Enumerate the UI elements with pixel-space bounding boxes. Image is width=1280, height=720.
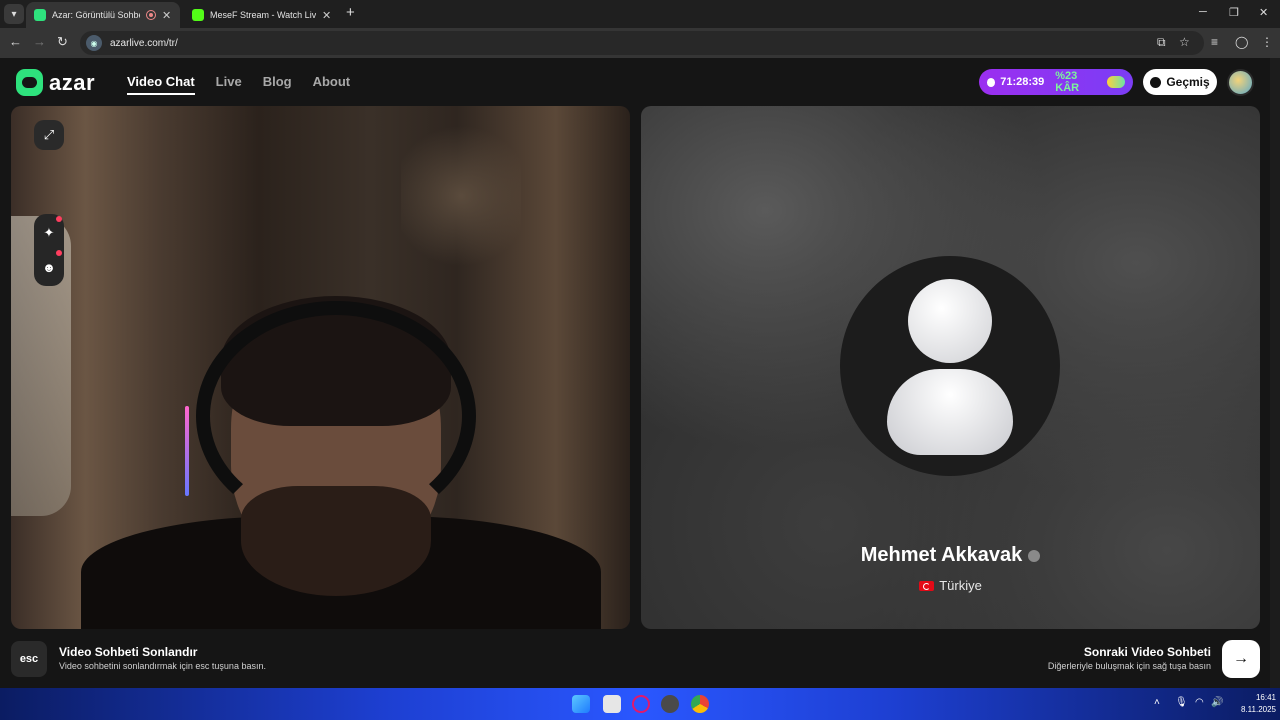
peer-country: Türkiye xyxy=(939,578,982,593)
nav-blog[interactable]: Blog xyxy=(263,74,292,95)
back-icon[interactable]: ← xyxy=(9,34,22,50)
arrow-right-icon: → xyxy=(1233,650,1249,667)
clock-time[interactable]: 16:41 xyxy=(1236,693,1276,702)
tab-list-button[interactable]: ▾ xyxy=(4,4,24,24)
tray-overflow-icon[interactable]: ˄ xyxy=(1154,697,1160,708)
restore-icon[interactable]: ❐ xyxy=(1229,6,1239,19)
start-icon[interactable] xyxy=(572,695,590,713)
camera-person xyxy=(81,296,601,629)
face-filter-icon[interactable]: ☻ xyxy=(34,252,64,282)
kick-favicon-icon xyxy=(192,9,204,21)
history-icon xyxy=(1150,76,1162,88)
new-badge xyxy=(56,216,62,222)
expand-icon[interactable]: ⤢ xyxy=(34,120,64,150)
file-explorer-icon[interactable] xyxy=(603,695,621,713)
chrome-icon[interactable] xyxy=(691,695,709,713)
reload-icon[interactable]: ↻ xyxy=(57,34,68,50)
wifi-icon[interactable]: ◠ xyxy=(1195,697,1204,708)
browser-toolbar: ← → ↻ ◉ azarlive.com/tr/ ⧉ ☆ ≡ ◯ ⋮ xyxy=(0,28,1280,58)
own-video: ⤢ ✦ ☻ xyxy=(11,106,630,629)
media-controls-icon[interactable]: ≡ xyxy=(1211,35,1218,49)
azar-logo[interactable]: azar xyxy=(16,69,95,96)
new-tab-button[interactable]: + xyxy=(346,5,355,21)
sparkle-effects-icon[interactable]: ✦ xyxy=(34,218,64,248)
main-nav: Video Chat Live Blog About xyxy=(127,74,350,95)
info-icon[interactable] xyxy=(1028,549,1041,562)
recording-icon xyxy=(146,10,156,20)
forward-icon[interactable]: → xyxy=(33,34,46,50)
app-icon[interactable] xyxy=(661,695,679,713)
tab-mesef-stream[interactable]: MeseF Stream - Watch Live on ✕ xyxy=(184,2,340,28)
peer-name-row: Mehmet Akkavak xyxy=(641,544,1260,567)
menu-icon[interactable]: ⋮ xyxy=(1261,35,1273,49)
azar-logo-icon xyxy=(16,69,43,96)
page-scrollbar[interactable] xyxy=(1270,58,1280,688)
close-tab-icon[interactable]: ✕ xyxy=(322,9,332,22)
default-avatar-icon xyxy=(840,256,1060,476)
minimize-icon[interactable]: ─ xyxy=(1199,6,1207,18)
next-chat-title: Sonraki Video Sohbeti xyxy=(1083,645,1211,659)
tab-title: Azar: Görüntülü Sohbet, Ye xyxy=(52,10,140,20)
azar-page: azar Video Chat Live Blog About 71:28:39… xyxy=(0,58,1280,688)
end-chat-button[interactable]: esc xyxy=(11,641,47,677)
new-badge xyxy=(56,250,62,256)
browser-tab-bar: ▾ Azar: Görüntülü Sohbet, Ye ✕ MeseF Str… xyxy=(0,0,1280,28)
volume-icon[interactable]: 🔊 xyxy=(1211,697,1223,708)
tab-azar[interactable]: Azar: Görüntülü Sohbet, Ye ✕ xyxy=(26,2,180,28)
microphone-icon[interactable]: 🎙 xyxy=(1175,697,1188,708)
peer-video: Mehmet Akkavak Türkiye xyxy=(641,106,1260,629)
promo-discount: %23 KÂR xyxy=(1055,70,1080,94)
clock-date[interactable]: 8.11.2025 xyxy=(1226,705,1276,714)
history-button[interactable]: Geçmiş xyxy=(1143,69,1217,95)
opera-icon[interactable] xyxy=(632,695,650,713)
nav-live[interactable]: Live xyxy=(216,74,242,95)
user-avatar[interactable] xyxy=(1227,69,1254,96)
site-info-icon[interactable]: ◉ xyxy=(86,35,102,51)
peer-name: Mehmet Akkavak xyxy=(860,544,1023,566)
next-chat-hint: Diğerleriyle buluşmak için sağ tuşa bası… xyxy=(1047,661,1211,671)
background-lamp xyxy=(401,116,521,276)
end-chat-hint: Video sohbetini sonlandırmak için esc tu… xyxy=(59,661,266,671)
nav-about[interactable]: About xyxy=(313,74,351,95)
logo-text: azar xyxy=(49,69,96,95)
close-tab-icon[interactable]: ✕ xyxy=(162,9,172,22)
promo-timer: 71:28:39 xyxy=(1000,76,1045,88)
bookmark-star-icon[interactable]: ☆ xyxy=(1179,35,1190,49)
profile-icon[interactable]: ◯ xyxy=(1235,35,1248,49)
timer-icon xyxy=(987,77,996,87)
turkey-flag-icon xyxy=(919,580,935,591)
windows-taskbar: ˄ 🎙 ◠ 🔊 16:41 8.11.2025 xyxy=(0,688,1280,720)
effects-toolbar: ✦ ☻ xyxy=(34,214,64,286)
nav-video-chat[interactable]: Video Chat xyxy=(127,74,195,95)
url-text: azarlive.com/tr/ xyxy=(110,37,178,49)
azar-favicon-icon xyxy=(34,9,46,21)
gems-icon xyxy=(1106,76,1126,88)
install-app-icon[interactable]: ⧉ xyxy=(1157,35,1166,49)
address-bar[interactable]: ◉ azarlive.com/tr/ xyxy=(80,31,1204,55)
peer-country-row: Türkiye xyxy=(641,578,1260,593)
tab-title: MeseF Stream - Watch Live on xyxy=(210,10,316,20)
next-chat-button[interactable]: → xyxy=(1222,640,1260,678)
promo-badge[interactable]: 71:28:39 %23 KÂR xyxy=(979,69,1133,95)
close-window-icon[interactable]: ✕ xyxy=(1259,6,1268,19)
history-label: Geçmiş xyxy=(1166,75,1210,89)
end-chat-title: Video Sohbeti Sonlandır xyxy=(59,645,198,659)
